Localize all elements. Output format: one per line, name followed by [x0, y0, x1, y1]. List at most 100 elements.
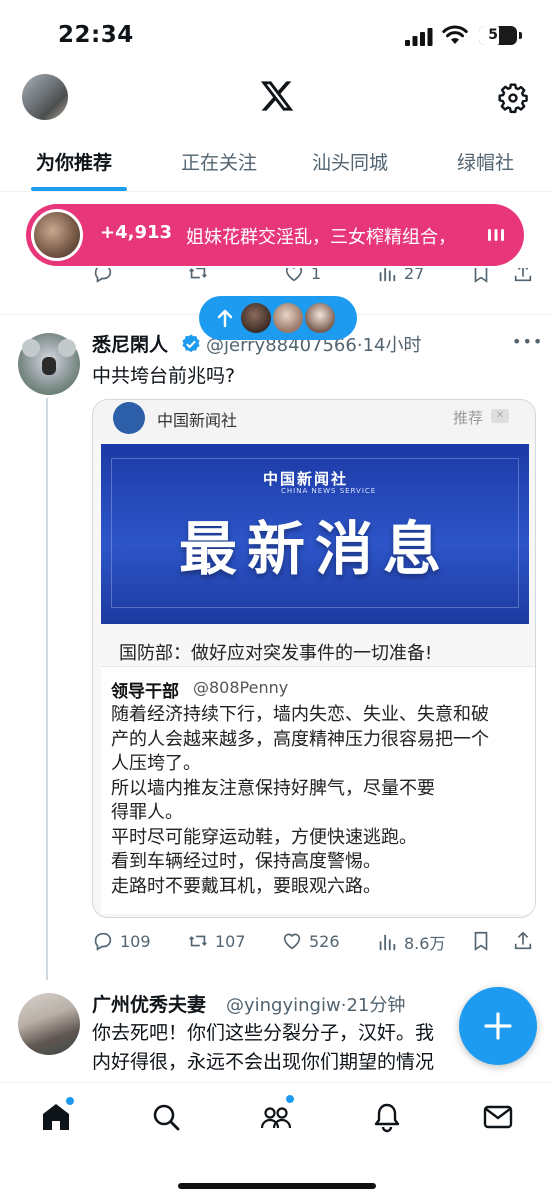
search-icon[interactable]: [150, 1101, 182, 1133]
communities-icon[interactable]: [260, 1101, 292, 1133]
bottom-navigation: [0, 1082, 554, 1200]
repost-icon: [189, 268, 207, 279]
quoted-line: 所以墙内推友注意保持好脾气，尽量不要: [111, 777, 435, 799]
quoted-author: 领导干部: [111, 682, 179, 702]
battery-percent: 52: [488, 27, 508, 43]
reply-icon: [94, 932, 112, 951]
cellular-signal-icon: [405, 28, 433, 46]
more-options-icon[interactable]: •••: [512, 332, 542, 352]
app-header: [0, 70, 554, 126]
live-host-avatar: [31, 209, 83, 261]
author-avatar[interactable]: [18, 333, 80, 395]
share-icon: [514, 268, 532, 282]
views-count: 27: [404, 268, 425, 283]
reply-author-avatar[interactable]: [18, 993, 80, 1055]
tab-for-you[interactable]: 为你推荐: [36, 148, 112, 175]
reply-button[interactable]: 109: [92, 930, 151, 952]
repost-icon: [189, 935, 207, 947]
news-agency-logo: [113, 402, 145, 434]
quoted-tweet: 领导干部 @808Penny 随着经济持续下行，墙内失恋、失业、失意和破 产的人…: [101, 666, 535, 914]
reply-handle-text: @yingyingiw: [226, 995, 341, 1016]
avatar-nose: [42, 357, 56, 375]
close-icon: ✕: [491, 409, 509, 423]
news-headline: 国防部：做好应对突发事件的一切准备!: [119, 643, 433, 664]
quoted-line: 产的人会越来越多，高度精神压力很容易把一个: [111, 728, 489, 750]
communities-notification-dot: [286, 1095, 294, 1103]
views-button[interactable]: 8.6万: [376, 930, 445, 954]
bookmark-icon: [474, 268, 488, 283]
repost-button[interactable]: 107: [187, 930, 246, 952]
media-source-row: 中国新闻社 推荐 ✕: [93, 400, 535, 440]
reply-line: 内好得很，永远不会出现你们期望的情况: [92, 1051, 435, 1073]
heart-icon: [283, 933, 301, 950]
live-space-banner[interactable]: +4,913 姐妹花群交淫乱，三女榨精组合，: [26, 204, 524, 266]
quoted-line: 随着经济持续下行，墙内失恋、失业、失意和破: [111, 704, 489, 725]
post-actions: 109 107 526 8.6万: [0, 930, 554, 960]
news-banner-logo-sub: CHINA NEWS SERVICE: [281, 487, 377, 495]
live-listener-count: +4,913: [100, 222, 173, 243]
quoted-handle: @808Penny: [193, 678, 289, 697]
views-button[interactable]: 27: [376, 268, 424, 284]
like-button[interactable]: 526: [281, 930, 340, 952]
profile-avatar[interactable]: [22, 74, 68, 120]
home-icon[interactable]: [40, 1101, 72, 1133]
views-icon: [379, 268, 396, 282]
gear-icon[interactable]: [497, 82, 529, 114]
heart-icon: [285, 268, 303, 282]
wifi-icon: [442, 25, 468, 44]
quoted-line: 得罪人。: [111, 802, 183, 823]
reply-author-name[interactable]: 广州优秀夫妻: [92, 990, 206, 1017]
media-source-name: 中国新闻社: [157, 411, 238, 430]
repost-button[interactable]: [187, 268, 209, 284]
views-icon: [379, 934, 396, 951]
thread-line: [46, 398, 48, 980]
views-count: 8.6万: [404, 934, 446, 953]
bookmark-icon: [474, 931, 488, 951]
post-time: 14小时: [362, 335, 422, 356]
tab-following[interactable]: 正在关注: [181, 148, 257, 175]
quoted-body: 随着经济持续下行，墙内失恋、失业、失意和破 产的人会越来越多，高度精神压力很容易…: [111, 703, 527, 899]
home-notification-dot: [66, 1097, 74, 1105]
battery-tip: [519, 32, 522, 39]
quoted-line: 走路时不要戴耳机，要眼观六路。: [111, 875, 381, 897]
like-count: 1: [311, 268, 322, 283]
share-button[interactable]: [512, 930, 534, 952]
audio-bars-icon: [488, 229, 504, 241]
notifications-icon[interactable]: [371, 1101, 403, 1133]
avatar-ear-left: [22, 339, 40, 357]
new-posts-pill[interactable]: [199, 296, 357, 340]
share-icon: [514, 931, 532, 950]
like-button[interactable]: 1: [283, 268, 321, 284]
share-button[interactable]: [512, 268, 534, 284]
reply-line: 你去死吧！你们这些分裂分子，汉奸。我: [92, 1022, 435, 1044]
reply-time: 21分钟: [346, 995, 406, 1016]
reply-text: 你去死吧！你们这些分裂分子，汉奸。我 内好得很，永远不会出现你们期望的情况: [92, 1019, 492, 1077]
compose-button[interactable]: [459, 987, 537, 1065]
reply-handle[interactable]: @yingyingiw·21分钟: [226, 991, 405, 1017]
status-time: 22:34: [58, 22, 134, 48]
x-logo-icon[interactable]: [258, 78, 296, 114]
reply-icon: [94, 268, 112, 283]
post-text: 中共垮台前兆吗?: [92, 365, 236, 387]
tab-list[interactable]: 绿帽社: [457, 148, 514, 175]
messages-icon[interactable]: [482, 1101, 514, 1133]
home-indicator: [178, 1183, 376, 1189]
quoted-line: 看到车辆经过时，保持高度警惕。: [111, 851, 381, 872]
active-tab-indicator: [31, 187, 127, 191]
reply-button[interactable]: [92, 268, 114, 284]
timeline-tabs: 为你推荐 正在关注 汕头同城 绿帽社: [0, 140, 554, 192]
live-space-title: 姐妹花群交淫乱，三女榨精组合，: [186, 227, 456, 248]
news-banner: 中国新闻社 CHINA NEWS SERVICE 最新消息: [101, 444, 529, 624]
bookmark-button[interactable]: [470, 268, 492, 284]
reply-count: 109: [120, 931, 151, 951]
new-post-avatar: [239, 301, 273, 335]
new-post-avatar: [303, 301, 337, 335]
post-media-image[interactable]: 中国新闻社 推荐 ✕ 中国新闻社 CHINA NEWS SERVICE 最新消息…: [92, 399, 536, 918]
bookmark-button[interactable]: [470, 930, 492, 952]
status-bar: 22:34 52: [0, 0, 554, 70]
post-author-name[interactable]: 悉尼閑人: [92, 330, 168, 357]
quoted-line: 平时尽可能穿运动鞋，方便快速逃跑。: [111, 826, 417, 848]
tab-shantou-local[interactable]: 汕头同城: [312, 148, 388, 175]
avatar-ear-right: [58, 339, 76, 357]
news-banner-logo: 中国新闻社: [263, 470, 349, 488]
